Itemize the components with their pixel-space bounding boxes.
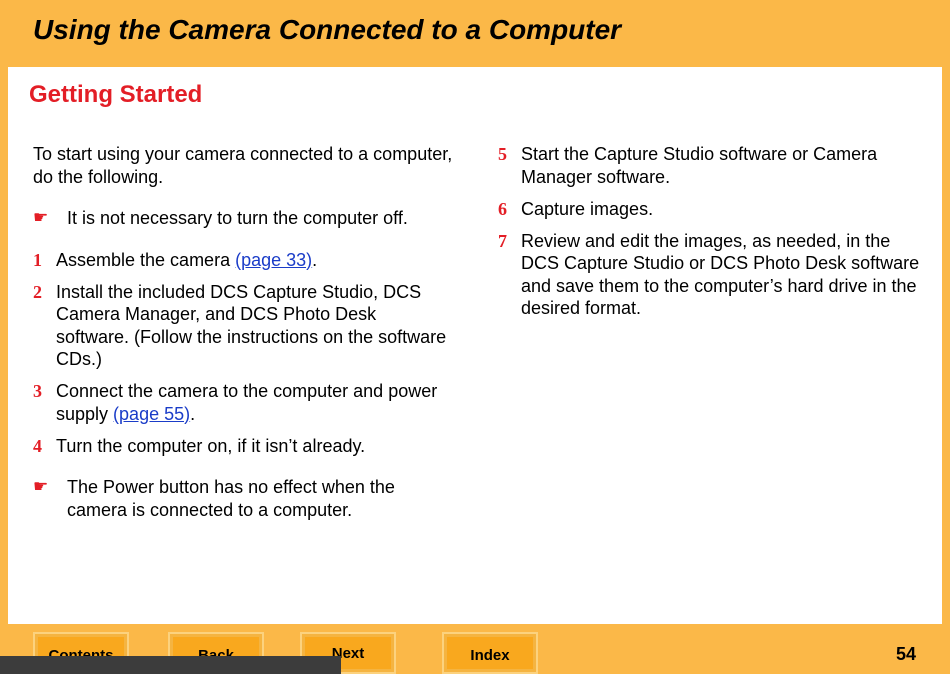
step-number: 3	[33, 381, 42, 401]
step-number: 4	[33, 435, 42, 456]
note-text: The Power button has no effect when the …	[67, 477, 395, 520]
step-number: 5	[498, 144, 507, 164]
section-title: Getting Started	[29, 81, 203, 108]
note-text: It is not necessary to turn the computer…	[67, 208, 408, 228]
step-number: 6	[498, 198, 507, 219]
step-item: 2 Install the included DCS Capture Studi…	[33, 281, 453, 371]
pointing-hand-icon: ☛	[33, 208, 49, 227]
step-item: 3 Connect the camera to the computer and…	[33, 380, 453, 425]
step-item: 1 Assemble the camera (page 33).	[33, 249, 453, 272]
step-text: Start the Capture Studio software or Cam…	[521, 144, 878, 187]
page-header-title: Using the Camera Connected to a Computer	[33, 14, 622, 45]
page-33-link[interactable]: (page 33)	[235, 250, 312, 270]
step-number: 7	[498, 230, 507, 251]
page-55-link[interactable]: (page 55)	[113, 404, 190, 424]
step-text: Assemble the camera	[56, 249, 236, 270]
step-text: Capture images.	[521, 198, 654, 219]
pointing-hand-icon: ☛	[33, 477, 49, 496]
overlay-bar	[0, 656, 341, 674]
content-panel: Getting Started To start using your came…	[8, 67, 942, 624]
index-button[interactable]: Index	[442, 632, 538, 674]
intro-paragraph: To start using your camera connected to …	[33, 144, 453, 187]
step-item: 7 Review and edit the images, as needed,…	[498, 230, 923, 320]
step-number: 1	[33, 249, 42, 270]
right-column: 5 Start the Capture Studio software or C…	[498, 143, 923, 329]
step-item: 6 Capture images.	[498, 198, 923, 221]
page-number: 54	[896, 644, 917, 664]
step-text: Install the included DCS Capture Studio,…	[56, 281, 447, 370]
step-item: 4 Turn the computer on, if it isn’t alre…	[33, 435, 453, 458]
step-text-end: .	[190, 403, 196, 424]
note-item: ☛ The Power button has no effect when th…	[33, 476, 453, 521]
left-column: To start using your camera connected to …	[33, 143, 453, 540]
note-item: ☛ It is not necessary to turn the comput…	[33, 207, 453, 230]
step-text-end: .	[312, 249, 318, 270]
step-number: 2	[33, 281, 42, 302]
step-item: 5 Start the Capture Studio software or C…	[498, 143, 923, 188]
step-text: Review and edit the images, as needed, i…	[521, 230, 920, 319]
step-text: Turn the computer on, if it isn’t alread…	[56, 435, 366, 456]
